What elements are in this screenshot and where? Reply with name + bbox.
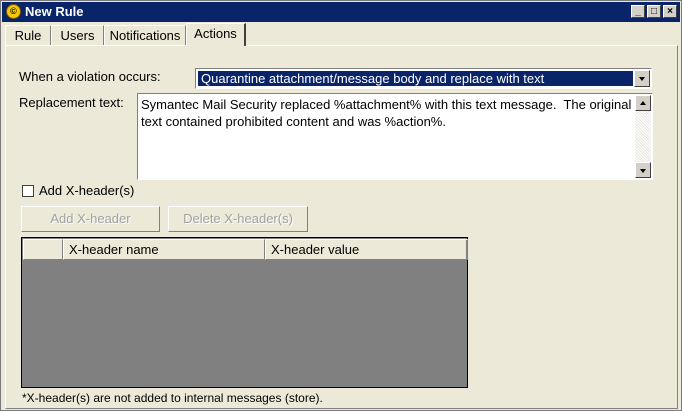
- column-header-xheader-value[interactable]: X-header value: [265, 239, 468, 260]
- symantec-app-icon: ©: [6, 4, 21, 19]
- tab-actions[interactable]: Actions: [186, 23, 246, 46]
- violation-action-value: Quarantine attachment/message body and r…: [198, 71, 633, 86]
- replacement-text-scrollbar[interactable]: [635, 95, 651, 178]
- new-rule-window: © New Rule _ □ × Rule Users Notification…: [0, 0, 682, 411]
- scroll-down-button[interactable]: [635, 162, 651, 178]
- close-button[interactable]: ×: [663, 5, 677, 18]
- xheader-list[interactable]: X-header name X-header value: [21, 237, 468, 388]
- violation-label: When a violation occurs:: [19, 69, 161, 84]
- replacement-text-content: Symantec Mail Security replaced %attachm…: [141, 97, 635, 129]
- column-header-xheader-name[interactable]: X-header name: [63, 239, 265, 260]
- tab-notifications[interactable]: Notifications: [104, 25, 186, 45]
- maximize-button[interactable]: □: [647, 5, 661, 18]
- delete-xheader-button[interactable]: Delete X-header(s): [168, 206, 308, 232]
- column-header-blank[interactable]: [23, 239, 63, 260]
- xheader-footnote: *X-header(s) are not added to internal m…: [22, 391, 323, 405]
- add-xheader-checkbox-label[interactable]: Add X-header(s): [39, 183, 134, 198]
- window-title: New Rule: [25, 4, 84, 19]
- violation-action-dropdown[interactable]: Quarantine attachment/message body and r…: [195, 68, 652, 89]
- arrow-up-icon: [640, 101, 646, 105]
- minimize-button[interactable]: _: [631, 5, 645, 18]
- scroll-up-button[interactable]: [635, 95, 651, 111]
- add-xheader-button[interactable]: Add X-header: [21, 206, 160, 232]
- add-xheader-checkbox[interactable]: [22, 185, 34, 197]
- tab-rule[interactable]: Rule: [5, 25, 51, 45]
- arrow-down-icon: [640, 169, 646, 173]
- replacement-text-field[interactable]: Symantec Mail Security replaced %attachm…: [137, 93, 653, 180]
- tab-users[interactable]: Users: [51, 25, 104, 45]
- replacement-text-label: Replacement text:: [19, 95, 124, 110]
- title-bar[interactable]: © New Rule _ □ ×: [2, 2, 680, 22]
- dropdown-button[interactable]: [634, 70, 650, 87]
- chevron-down-icon: [639, 77, 645, 81]
- xheader-list-header: X-header name X-header value: [23, 239, 468, 260]
